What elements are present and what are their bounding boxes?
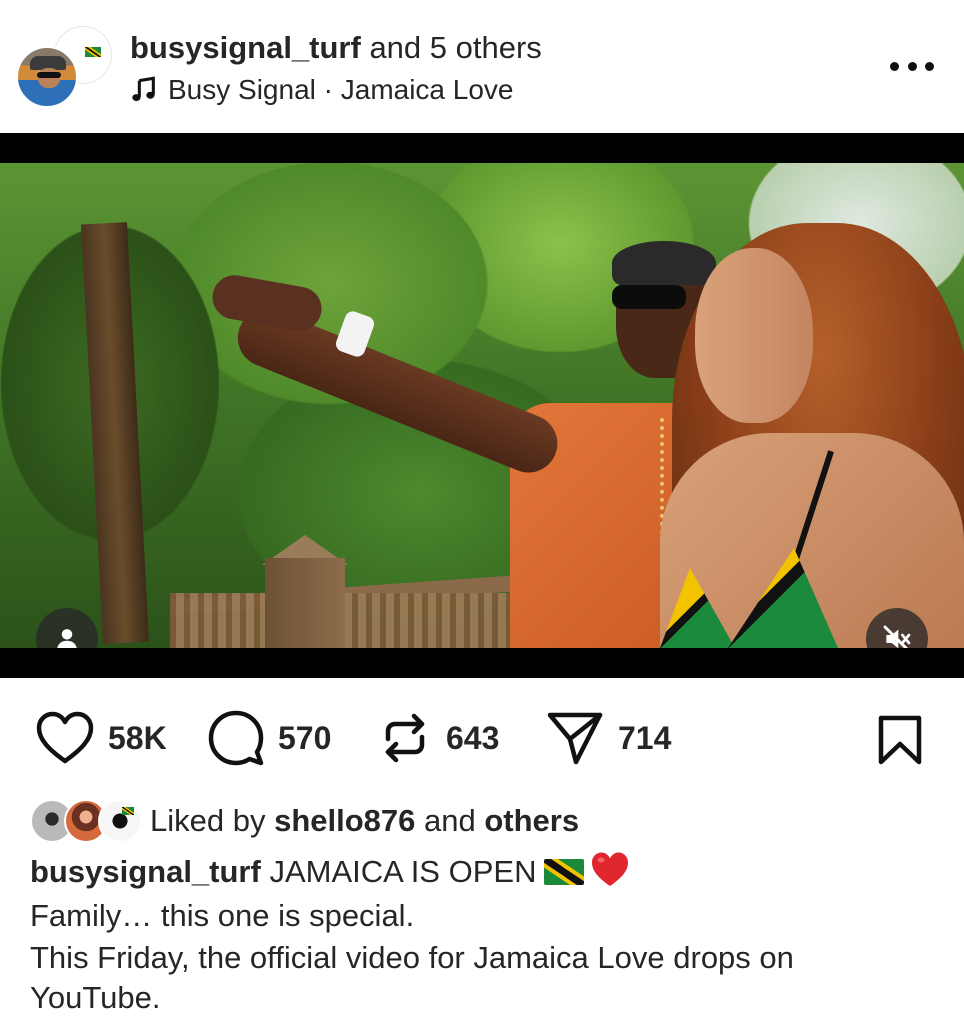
avatar <box>98 799 142 843</box>
caption-username[interactable]: busysignal_turf <box>30 854 261 889</box>
comment-count[interactable]: 570 <box>278 720 331 757</box>
video-player[interactable] <box>0 133 964 678</box>
muted-speaker-icon <box>883 625 911 648</box>
music-track-label: Busy Signal · Jamaica Love <box>168 74 514 105</box>
person-icon <box>57 629 77 648</box>
caption-line-1: JAMAICA IS OPEN <box>260 854 537 889</box>
liker-avatars <box>30 799 142 843</box>
music-attribution[interactable]: Busy Signal · Jamaica Love <box>130 72 514 108</box>
caption-line-2: Family… this one is special. <box>30 898 415 933</box>
liked-by-and: and <box>415 803 485 838</box>
music-note-icon <box>132 76 155 102</box>
author-username[interactable]: busysignal_turf <box>130 30 361 65</box>
liked-by-others-link[interactable]: others <box>484 803 579 838</box>
video-frame <box>0 163 964 648</box>
repost-button[interactable]: 643 <box>378 706 499 770</box>
avatar <box>16 46 78 108</box>
post-actions-bar: 58K 570 643 714 <box>0 706 964 770</box>
more-options-icon[interactable] <box>890 52 934 80</box>
liked-by-row[interactable]: Liked by shello876 and others <box>30 797 579 845</box>
liked-by-text: Liked by shello876 and others <box>150 803 579 839</box>
like-button[interactable]: 58K <box>36 706 167 770</box>
comment-button[interactable]: 570 <box>208 706 331 770</box>
share-count[interactable]: 714 <box>618 720 671 757</box>
comment-icon <box>208 710 264 766</box>
caption-line-3: This Friday, the official video for Jama… <box>30 940 794 1015</box>
caption-first-line: busysignal_turf JAMAICA IS OPEN <box>30 850 930 894</box>
collaborators-text[interactable]: and 5 others <box>361 30 541 65</box>
red-heart-emoji <box>592 852 629 886</box>
like-count[interactable]: 58K <box>108 720 167 757</box>
post-caption: busysignal_turf JAMAICA IS OPEN Family… … <box>30 850 930 1018</box>
repost-count[interactable]: 643 <box>446 720 499 757</box>
tagged-people-button[interactable] <box>36 608 98 648</box>
share-icon <box>547 712 603 765</box>
post-header: busysignal_turf and 5 others Busy Signal… <box>0 0 964 133</box>
post-author-line[interactable]: busysignal_turf and 5 others <box>130 30 542 66</box>
repost-icon <box>385 713 425 763</box>
liker-username[interactable]: shello876 <box>274 803 415 838</box>
collab-avatars[interactable] <box>16 26 112 108</box>
share-button[interactable]: 714 <box>546 706 671 770</box>
liked-by-prefix: Liked by <box>150 803 275 838</box>
heart-icon <box>36 711 94 764</box>
jamaica-flag-emoji <box>544 859 585 885</box>
bookmark-icon[interactable] <box>876 714 924 766</box>
